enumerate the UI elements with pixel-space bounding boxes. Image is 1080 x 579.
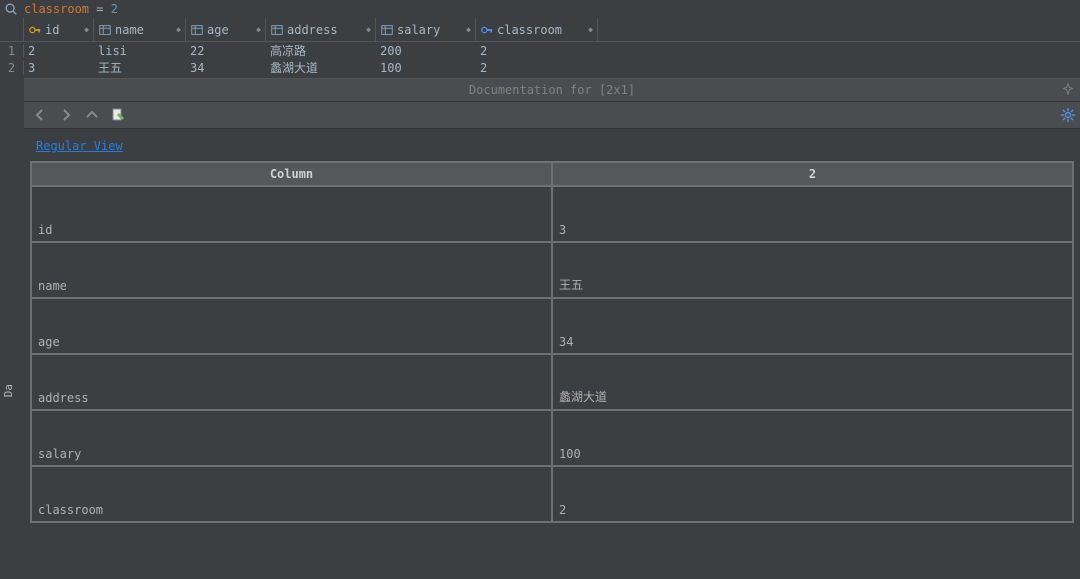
cell-id[interactable]: 2 (24, 44, 94, 58)
regular-view-link[interactable]: Regular View (36, 139, 123, 153)
sort-icon[interactable]: ◆ (256, 25, 261, 34)
detail-value: 王五 (552, 242, 1073, 298)
column-icon (98, 23, 112, 37)
row-number: 2 (0, 61, 24, 75)
detail-value: 3 (552, 186, 1073, 242)
column-icon (270, 23, 284, 37)
left-gutter-tab[interactable]: Da (0, 380, 17, 401)
cell-age[interactable]: 34 (186, 61, 266, 75)
detail-row: classroom 2 (31, 466, 1073, 522)
filter-column: classroom (24, 2, 89, 16)
column-header-id[interactable]: id ◆ (24, 18, 94, 41)
cell-classroom[interactable]: 2 (476, 44, 598, 58)
filter-op: = (96, 2, 103, 16)
search-icon[interactable] (4, 2, 18, 16)
detail-value: 100 (552, 410, 1073, 466)
column-header-label: address (287, 23, 338, 37)
detail-row: address 蠡湖大道 (31, 354, 1073, 410)
detail-header-column: Column (31, 162, 552, 186)
cell-salary[interactable]: 100 (376, 61, 476, 75)
grid-header-row: id ◆ name ◆ age ◆ address ◆ (0, 18, 1080, 42)
cell-address[interactable]: 高凉路 (266, 42, 376, 59)
filter-bar: classroom = 2 (0, 0, 1080, 18)
detail-row: age 34 (31, 298, 1073, 354)
cell-name[interactable]: lisi (94, 44, 186, 58)
detail-value: 34 (552, 298, 1073, 354)
detail-row: salary 100 (31, 410, 1073, 466)
documentation-toolbar (24, 101, 1080, 129)
detail-key: name (31, 242, 552, 298)
cell-name[interactable]: 王五 (94, 59, 186, 76)
detail-row: id 3 (31, 186, 1073, 242)
documentation-panel: Documentation for [2x1] Regular View Col… (24, 78, 1080, 579)
column-header-label: age (207, 23, 229, 37)
detail-key: address (31, 354, 552, 410)
forward-icon[interactable] (58, 107, 74, 123)
column-header-address[interactable]: address ◆ (266, 18, 376, 41)
column-header-classroom[interactable]: classroom ◆ (476, 18, 598, 41)
documentation-titlebar: Documentation for [2x1] (24, 79, 1080, 101)
detail-key: id (31, 186, 552, 242)
cell-address[interactable]: 蠡湖大道 (266, 59, 376, 76)
detail-row: name 王五 (31, 242, 1073, 298)
column-header-label: id (45, 23, 59, 37)
filter-expr[interactable]: classroom = 2 (24, 2, 118, 16)
column-header-salary[interactable]: salary ◆ (376, 18, 476, 41)
documentation-body: Regular View Column 2 id 3 name 王五 age (24, 129, 1080, 579)
documentation-title: Documentation for [2x1] (469, 83, 635, 97)
detail-table: Column 2 id 3 name 王五 age 34 addre (30, 161, 1074, 523)
detail-value: 蠡湖大道 (552, 354, 1073, 410)
sort-icon[interactable]: ◆ (588, 25, 593, 34)
edit-icon[interactable] (110, 107, 126, 123)
detail-key: age (31, 298, 552, 354)
pin-icon[interactable] (1062, 83, 1074, 98)
detail-header-value: 2 (552, 162, 1073, 186)
column-header-age[interactable]: age ◆ (186, 18, 266, 41)
cell-classroom[interactable]: 2 (476, 61, 598, 75)
sort-icon[interactable]: ◆ (466, 25, 471, 34)
fk-icon (480, 23, 494, 37)
column-header-label: salary (397, 23, 440, 37)
cell-age[interactable]: 22 (186, 44, 266, 58)
sort-icon[interactable]: ◆ (176, 25, 181, 34)
column-header-label: name (115, 23, 144, 37)
sort-icon[interactable]: ◆ (366, 25, 371, 34)
detail-key: classroom (31, 466, 552, 522)
table-row[interactable]: 2 3 王五 34 蠡湖大道 100 2 (0, 59, 1080, 76)
gear-icon[interactable] (1060, 107, 1076, 123)
column-header-label: classroom (497, 23, 562, 37)
data-grid: id ◆ name ◆ age ◆ address ◆ (0, 18, 1080, 76)
column-icon (190, 23, 204, 37)
detail-key: salary (31, 410, 552, 466)
rownum-header (0, 18, 24, 41)
key-icon (28, 23, 42, 37)
sort-icon[interactable]: ◆ (84, 25, 89, 34)
back-icon[interactable] (32, 107, 48, 123)
column-header-name[interactable]: name ◆ (94, 18, 186, 41)
column-icon (380, 23, 394, 37)
cell-id[interactable]: 3 (24, 61, 94, 75)
up-icon[interactable] (84, 107, 100, 123)
detail-value: 2 (552, 466, 1073, 522)
cell-salary[interactable]: 200 (376, 44, 476, 58)
filter-value: 2 (111, 2, 118, 16)
row-number: 1 (0, 44, 24, 58)
table-row[interactable]: 1 2 lisi 22 高凉路 200 2 (0, 42, 1080, 59)
